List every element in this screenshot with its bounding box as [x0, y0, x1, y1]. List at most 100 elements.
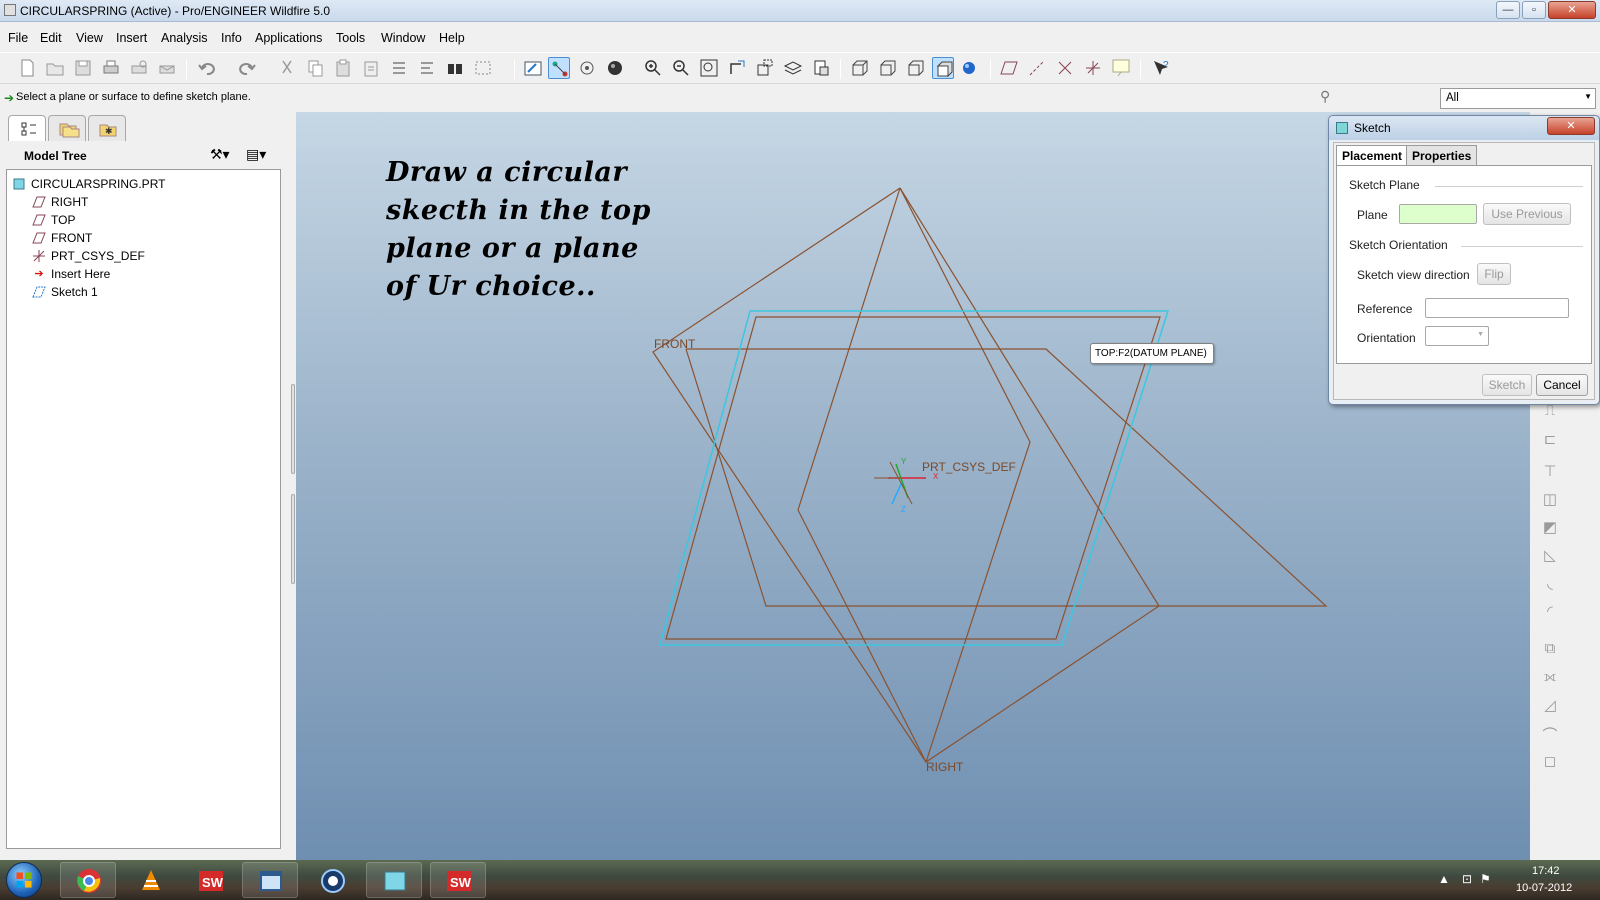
tab-properties[interactable]: Properties [1406, 145, 1478, 165]
orientation-dropdown[interactable]: ▼ [1425, 326, 1489, 346]
selection-filter[interactable]: All ▼ [1440, 88, 1596, 109]
saved-views-icon[interactable] [754, 57, 776, 79]
reference-collector[interactable] [1425, 298, 1569, 318]
menu-info[interactable]: Info [221, 31, 242, 45]
csys-display-icon[interactable] [1082, 57, 1104, 79]
regen-manager-icon[interactable] [416, 57, 438, 79]
shell-icon[interactable]: ◩ [1540, 518, 1560, 538]
tab-favorites[interactable]: ✱ [88, 115, 126, 141]
taskbar-vlc[interactable] [122, 862, 178, 898]
axis-display-icon[interactable] [1026, 57, 1048, 79]
open-folder-icon[interactable] [44, 57, 66, 79]
extrude-icon[interactable]: ⎍ [1540, 402, 1560, 422]
minimize-button[interactable]: — [1496, 1, 1520, 19]
start-button[interactable] [6, 862, 42, 898]
paste-special-icon[interactable] [360, 57, 382, 79]
undo-icon[interactable] [196, 57, 218, 79]
menu-tools[interactable]: Tools [336, 31, 365, 45]
find-icon[interactable] [444, 57, 466, 79]
save-icon[interactable] [72, 57, 94, 79]
pattern-icon[interactable]: ⧉ [1540, 640, 1560, 660]
rib-icon[interactable]: ◺ [1540, 546, 1560, 566]
zoom-in-icon[interactable] [642, 57, 664, 79]
email-icon[interactable] [156, 57, 178, 79]
menu-analysis[interactable]: Analysis [161, 31, 208, 45]
print-preview-icon[interactable] [128, 57, 150, 79]
sketch-button[interactable]: Sketch [1482, 374, 1532, 396]
plane-collector[interactable] [1399, 204, 1477, 224]
close-button[interactable]: ✕ [1548, 1, 1596, 19]
refit-icon[interactable] [698, 57, 720, 79]
offset-icon[interactable]: ◻ [1540, 752, 1560, 772]
clock-date[interactable]: 10-07-2012 [1516, 882, 1572, 894]
menu-window[interactable]: Window [381, 31, 425, 45]
tree-item-top[interactable]: TOP [31, 212, 75, 229]
context-help-icon[interactable]: ? [1150, 57, 1172, 79]
shading-icon[interactable] [604, 57, 626, 79]
redo-icon[interactable] [236, 57, 258, 79]
draft-icon[interactable]: ◟ [1540, 574, 1560, 594]
trim-icon[interactable]: ⌒ [1540, 724, 1560, 744]
taskbar-camera[interactable] [304, 862, 360, 898]
new-file-icon[interactable] [16, 57, 38, 79]
maximize-button[interactable]: ▫ [1522, 1, 1546, 19]
splitter-grip[interactable] [291, 384, 295, 474]
menu-insert[interactable]: Insert [116, 31, 147, 45]
plane-display-icon[interactable] [998, 57, 1020, 79]
action-center-flag-icon[interactable]: ⚑ [1480, 872, 1491, 886]
taskbar-window[interactable] [242, 862, 298, 898]
tree-item-insert-here[interactable]: ➔ Insert Here [31, 266, 110, 283]
hole-icon[interactable]: ◫ [1540, 490, 1560, 510]
taskbar-solidworks[interactable]: SW [182, 862, 238, 898]
point-display-icon[interactable] [1054, 57, 1076, 79]
hidden-line-icon[interactable] [876, 57, 898, 79]
menu-help[interactable]: Help [439, 31, 465, 45]
network-icon[interactable]: ⊡ [1462, 872, 1472, 886]
dialog-close-button[interactable]: ✕ [1547, 117, 1595, 135]
copy-icon[interactable] [304, 57, 326, 79]
cut-icon[interactable] [276, 57, 298, 79]
reorient-icon[interactable] [726, 57, 748, 79]
revolve-icon[interactable]: ⊏ [1540, 430, 1560, 450]
wireframe-icon[interactable] [848, 57, 870, 79]
annotation-display-icon[interactable] [1110, 57, 1132, 79]
taskbar-solidworks-2[interactable]: SW [430, 862, 486, 898]
flip-button[interactable]: Flip [1477, 263, 1511, 285]
zoom-out-icon[interactable] [670, 57, 692, 79]
tab-model-tree[interactable] [8, 115, 46, 141]
tab-placement[interactable]: Placement [1336, 145, 1409, 165]
spin-center-icon[interactable] [576, 57, 598, 79]
tab-folder-browser[interactable] [48, 115, 86, 141]
cancel-button[interactable]: Cancel [1536, 374, 1588, 396]
tree-item-part[interactable]: CIRCULARSPRING.PRT [11, 176, 165, 193]
clock-time[interactable]: 17:42 [1532, 865, 1560, 877]
taskbar-chrome[interactable] [60, 862, 116, 898]
paste-icon[interactable] [332, 57, 354, 79]
merge-icon[interactable]: ◿ [1540, 696, 1560, 716]
tree-item-csys[interactable]: PRT_CSYS_DEF [31, 248, 145, 265]
shaded-icon[interactable] [932, 57, 954, 79]
round-icon[interactable]: ◜ [1540, 602, 1560, 622]
splitter-grip[interactable] [291, 494, 295, 584]
menu-file[interactable]: File [8, 31, 28, 45]
mirror-icon[interactable]: ⟗ [1540, 668, 1560, 688]
no-hidden-icon[interactable] [904, 57, 926, 79]
tree-settings-icon[interactable]: ⚒▾ [210, 146, 230, 163]
tree-item-right[interactable]: RIGHT [31, 194, 88, 211]
sketch-tool-icon[interactable] [522, 57, 544, 79]
enhanced-realism-icon[interactable] [958, 57, 980, 79]
select-box-icon[interactable] [472, 57, 494, 79]
view-manager-icon[interactable] [810, 57, 832, 79]
tree-item-front[interactable]: FRONT [31, 230, 92, 247]
use-previous-button[interactable]: Use Previous [1483, 203, 1571, 225]
sweep-icon[interactable]: ⊤ [1540, 462, 1560, 482]
layers-icon[interactable] [782, 57, 804, 79]
regenerate-icon[interactable] [388, 57, 410, 79]
print-icon[interactable] [100, 57, 122, 79]
show-hidden-icons-icon[interactable]: ▲ [1438, 872, 1450, 886]
menu-view[interactable]: View [76, 31, 103, 45]
menu-edit[interactable]: Edit [40, 31, 62, 45]
datum-display-icon[interactable] [548, 57, 570, 79]
menu-applications[interactable]: Applications [255, 31, 322, 45]
tree-item-sketch[interactable]: Sketch 1 [31, 284, 98, 301]
